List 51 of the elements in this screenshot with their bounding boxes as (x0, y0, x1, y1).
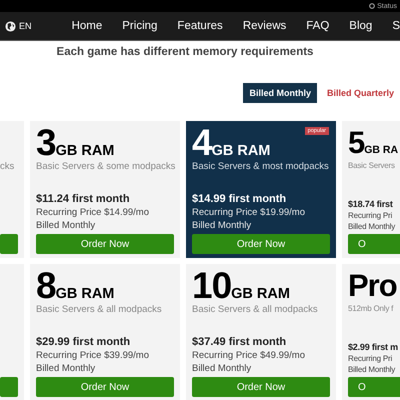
recurring-price: Recurring Pri (348, 211, 394, 220)
billing-period: Billed Monthly (36, 220, 96, 231)
order-button[interactable] (0, 377, 18, 397)
plan-size: 10GB RAM (192, 270, 290, 302)
plan-description: Basic Servers & all modpacks (36, 304, 163, 315)
plan-size: Pro (348, 270, 397, 302)
plan-size: 5GB RA (348, 127, 398, 159)
plan-description: Basic Servers & some modpacks (36, 161, 174, 172)
recurring-price: Recurring Price $49.99/mo (192, 350, 306, 361)
plan-size: 3GB RAM (36, 127, 114, 159)
order-button[interactable] (0, 234, 18, 254)
billing-tab[interactable]: Billed Monthly (243, 82, 317, 102)
plan-size: 8GB RAM (36, 270, 114, 302)
order-button[interactable]: Order Now (36, 377, 174, 397)
order-button[interactable]: O (348, 377, 400, 397)
first-month-price: $18.74 first (348, 199, 394, 209)
plan-description: Basic Servers & most modpacks (192, 161, 330, 172)
order-button[interactable]: Order Now (36, 234, 174, 254)
plan-description: Basic Servers (348, 161, 396, 170)
nav-link[interactable]: Blog (339, 20, 382, 32)
billing-tab[interactable]: Billed Quarterly (320, 82, 400, 102)
plan-description: 512mb Only f (348, 304, 394, 313)
plan-description: Basic Servers & all modpacks (192, 304, 319, 315)
order-button[interactable]: O (348, 234, 400, 254)
recurring-price: Recurring Price $14.99/mo (36, 207, 150, 218)
first-month-price: $14.99 first month (192, 193, 288, 205)
nav-link[interactable]: S (382, 20, 400, 32)
first-month-price: $37.49 first month (192, 336, 288, 348)
order-button[interactable]: Order Now (192, 234, 330, 254)
recurring-price: Recurring Pri (348, 354, 394, 363)
first-month-price: $11.24 first month (36, 193, 131, 205)
order-button[interactable]: Order Now (192, 377, 330, 397)
language-selector[interactable]: EN (5, 20, 32, 32)
first-month-price: $29.99 first month (36, 336, 132, 348)
billing-period: Billed Monthly (192, 220, 252, 231)
plan-size: 4GB RAM (192, 127, 270, 159)
first-month-price: $2.99 first m (348, 342, 399, 352)
billing-period: Billed Monthly (348, 222, 396, 231)
nav-link[interactable]: Home (62, 20, 112, 32)
recurring-price: Recurring Price $39.99/mo (36, 350, 150, 361)
headline: Each game has different memory requirements (56, 46, 314, 58)
nav-link[interactable]: Features (167, 20, 233, 32)
nav-link[interactable]: FAQ (296, 20, 340, 32)
billing-period: Billed Monthly (348, 365, 396, 374)
globe-icon (5, 20, 16, 32)
recurring-price: Recurring Price $19.99/mo (192, 207, 306, 218)
nav-link[interactable]: Pricing (112, 20, 168, 32)
billing-period: Billed Monthly (192, 363, 252, 374)
plan-description: cks (0, 161, 16, 172)
nav-link[interactable]: Reviews (232, 20, 296, 32)
billing-period: Billed Monthly (36, 363, 96, 374)
